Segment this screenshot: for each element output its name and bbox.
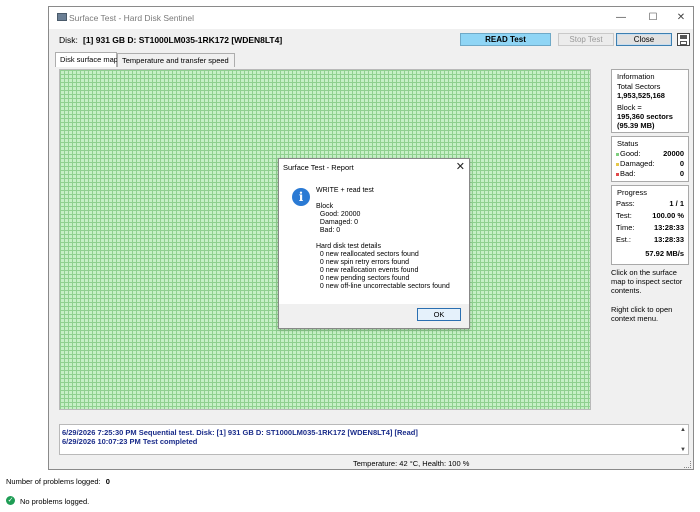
log-line: 6/29/2026 7:25:30 PM Sequential test. Di… (62, 428, 418, 437)
progress-panel: Progress Pass: 1 / 1 Test: 100.00 % Time… (611, 185, 689, 265)
status-damaged-row: Damaged: 0 (616, 159, 684, 168)
progress-est-row: Est.: 13:28:33 (616, 235, 684, 244)
status-panel: Status Good: 20000 Damaged: 0 Bad: 0 (611, 136, 689, 182)
status-bad-value: 0 (679, 169, 684, 178)
close-button[interactable]: Close (616, 33, 672, 46)
window-title: Surface Test - Hard Disk Sentinel (69, 13, 195, 23)
information-panel: Information Total Sectors 1,953,525,168 … (611, 69, 689, 133)
read-test-button[interactable]: READ Test (460, 33, 551, 46)
total-sectors-label: Total Sectors (617, 82, 661, 91)
block-value: 195,360 sectors (617, 112, 673, 121)
toolbar: Disk: [1] 931 GB D: ST1000LM035-1RK172 [… (49, 29, 693, 53)
disk-label: Disk: (59, 35, 78, 45)
status-damaged-label: Damaged: (620, 159, 655, 168)
block-size: (95.39 MB) (617, 121, 655, 130)
problems-count: 0 (105, 477, 110, 486)
ok-button[interactable]: OK (417, 308, 461, 321)
save-icon[interactable] (677, 33, 690, 46)
status-bad-row: Bad: 0 (616, 169, 684, 178)
resize-grip-icon[interactable] (684, 461, 691, 468)
time-label: Time: (616, 223, 635, 232)
check-icon: ✓ (6, 496, 15, 505)
test-value: 100.00 % (652, 211, 684, 220)
bad-swatch-icon (616, 172, 619, 176)
dialog-title: Surface Test - Report (283, 163, 354, 172)
progress-test-row: Test: 100.00 % (616, 211, 684, 220)
status-title: Status (617, 139, 639, 148)
surface-hint: Click on the surface map to inspect sect… (611, 268, 683, 295)
report-dialog: Surface Test - Report ✕ i WRITE + read t… (278, 158, 470, 329)
app-icon (57, 13, 67, 21)
est-value: 13:28:33 (653, 235, 684, 244)
problems-logged-line: Number of problems logged: 0 (6, 477, 110, 486)
good-swatch-icon (616, 152, 619, 156)
problems-label: Number of problems logged: (6, 477, 101, 486)
no-problems-text: No problems logged. (20, 497, 90, 506)
status-good-label: Good: (620, 149, 641, 158)
progress-pass-row: Pass: 1 / 1 (616, 199, 684, 208)
progress-time-row: Time: 13:28:33 (616, 223, 684, 232)
information-title: Information (617, 72, 655, 81)
status-bar: Temperature: 42 °C, Health: 100 % (49, 457, 693, 469)
stop-test-button[interactable]: Stop Test (558, 33, 614, 46)
window-close-button[interactable]: ✕ (669, 9, 693, 27)
progress-title: Progress (617, 188, 648, 197)
time-value: 13:28:33 (653, 223, 684, 232)
title-bar: Surface Test - Hard Disk Sentinel — ☐ ✕ (49, 7, 693, 29)
log-line: 6/29/2026 10:07:23 PM Test completed (62, 437, 198, 446)
status-good-value: 20000 (663, 149, 684, 158)
information-icon: i (292, 188, 310, 206)
scroll-down-icon[interactable]: ▼ (680, 447, 686, 453)
log-panel[interactable]: 6/29/2026 7:25:30 PM Sequential test. Di… (59, 424, 689, 455)
pass-label: Pass: (616, 199, 635, 208)
pass-value: 1 / 1 (669, 199, 684, 208)
temperature-health-status: Temperature: 42 °C, Health: 100 % (353, 459, 470, 468)
test-label: Test: (616, 211, 632, 220)
dialog-footer: OK (279, 304, 469, 328)
disk-name: [1] 931 GB D: ST1000LM035-1RK172 [WDEN8L… (83, 35, 283, 45)
status-bad-label: Bad: (620, 169, 636, 178)
transfer-speed: 57.92 MB/s (645, 249, 684, 258)
status-good-row: Good: 20000 (616, 149, 684, 158)
block-label: Block = (617, 103, 642, 112)
minimize-button[interactable]: — (609, 9, 633, 27)
status-damaged-value: 0 (679, 159, 684, 168)
tab-temperature-transfer-speed[interactable]: Temperature and transfer speed (117, 53, 235, 67)
scroll-up-icon[interactable]: ▲ (680, 427, 686, 433)
total-sectors-value: 1,953,525,168 (617, 91, 665, 100)
damaged-swatch-icon (616, 162, 619, 166)
context-hint: Right click to open context menu. (611, 305, 673, 323)
tab-disk-surface-map[interactable]: Disk surface map (55, 52, 118, 67)
est-label: Est.: (616, 235, 632, 244)
report-text: WRITE + read test Block Good: 20000 Dama… (316, 187, 450, 290)
maximize-button[interactable]: ☐ (641, 9, 665, 27)
dialog-close-icon[interactable]: ✕ (456, 160, 465, 173)
